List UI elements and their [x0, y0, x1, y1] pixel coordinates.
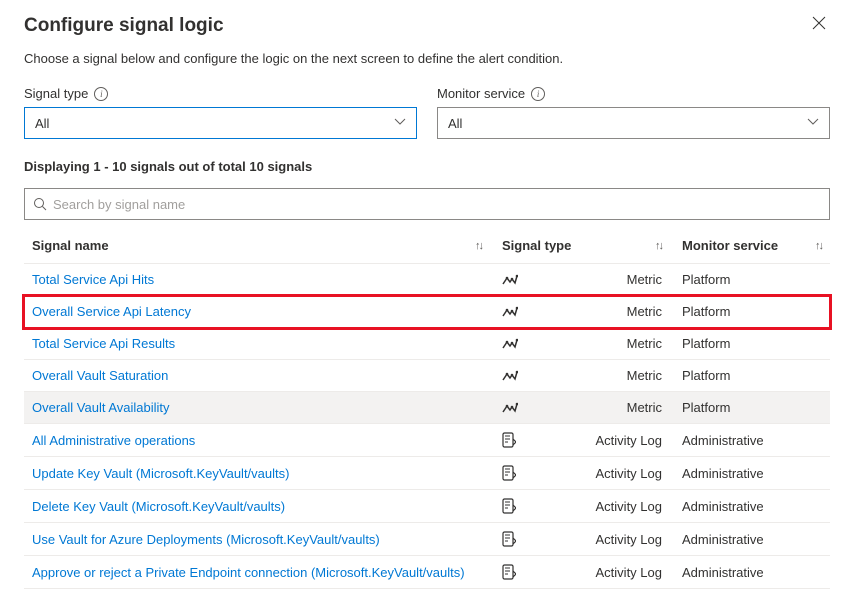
signal-type-text: Metric: [627, 400, 662, 415]
signal-name-link[interactable]: All Administrative operations: [32, 433, 195, 448]
metric-icon: [502, 337, 518, 351]
signal-type-text: Metric: [627, 272, 662, 287]
table-row[interactable]: Overall Vault Availability Metric Platform: [24, 392, 830, 424]
signal-name-link[interactable]: Update Key Vault (Microsoft.KeyVault/vau…: [32, 466, 289, 481]
sort-icon: ↑↓: [475, 240, 482, 252]
col-header-type[interactable]: Signal type ↑↓: [502, 238, 682, 253]
monitor-service-label-text: Monitor service: [437, 86, 525, 101]
signal-name-link[interactable]: Overall Vault Availability: [32, 400, 170, 415]
activity-log-icon: [502, 465, 518, 481]
signal-name-link[interactable]: Approve or reject a Private Endpoint con…: [32, 565, 465, 580]
monitor-service-text: Administrative: [682, 499, 822, 514]
metric-icon: [502, 369, 518, 383]
signal-type-text: Activity Log: [596, 565, 662, 580]
result-count: Displaying 1 - 10 signals out of total 1…: [24, 159, 830, 174]
signal-name-link[interactable]: Overall Vault Saturation: [32, 368, 168, 383]
metric-icon: [502, 401, 518, 415]
monitor-service-text: Administrative: [682, 433, 822, 448]
search-icon: [33, 197, 47, 211]
table-row[interactable]: Total Service Api Results Metric Platform: [24, 328, 830, 360]
table-row[interactable]: Total Service Api Hits Metric Platform: [24, 264, 830, 296]
chevron-down-icon: [394, 117, 406, 129]
signal-name-link[interactable]: Use Vault for Azure Deployments (Microso…: [32, 532, 380, 547]
col-header-service[interactable]: Monitor service ↑↓: [682, 238, 822, 253]
monitor-service-text: Administrative: [682, 466, 822, 481]
signal-type-text: Metric: [627, 304, 662, 319]
sort-icon: ↑↓: [655, 240, 662, 252]
subtitle: Choose a signal below and configure the …: [24, 51, 830, 66]
signal-type-text: Activity Log: [596, 499, 662, 514]
signal-type-value: All: [35, 116, 49, 131]
col-header-name-text: Signal name: [32, 238, 109, 253]
metric-icon: [502, 273, 518, 287]
signal-name-link[interactable]: Total Service Api Hits: [32, 272, 154, 287]
col-header-type-text: Signal type: [502, 238, 571, 253]
table-row[interactable]: Delete Key Vault (Microsoft.KeyVault/vau…: [24, 490, 830, 523]
monitor-service-text: Platform: [682, 336, 822, 351]
signal-name-link[interactable]: Overall Service Api Latency: [32, 304, 191, 319]
activity-log-icon: [502, 531, 518, 547]
table-row[interactable]: All Administrative operations Activity Lo…: [24, 424, 830, 457]
monitor-service-text: Platform: [682, 304, 822, 319]
col-header-name[interactable]: Signal name ↑↓: [32, 238, 502, 253]
monitor-service-dropdown[interactable]: All: [437, 107, 830, 139]
monitor-service-label: Monitor service i: [437, 86, 830, 101]
search-box[interactable]: [24, 188, 830, 220]
activity-log-icon: [502, 498, 518, 514]
signal-type-text: Activity Log: [596, 433, 662, 448]
monitor-service-value: All: [448, 116, 462, 131]
table-row[interactable]: Approve or reject a Private Endpoint con…: [24, 556, 830, 589]
page-title: Configure signal logic: [24, 15, 224, 37]
signal-type-dropdown[interactable]: All: [24, 107, 417, 139]
info-icon[interactable]: i: [531, 87, 545, 101]
search-input[interactable]: [53, 197, 821, 212]
monitor-service-text: Platform: [682, 272, 822, 287]
signal-type-text: Activity Log: [596, 532, 662, 547]
signals-table: Signal name ↑↓ Signal type ↑↓ Monitor se…: [24, 228, 830, 589]
monitor-service-text: Platform: [682, 400, 822, 415]
col-header-service-text: Monitor service: [682, 238, 778, 253]
signal-type-label: Signal type i: [24, 86, 417, 101]
signal-type-text: Metric: [627, 336, 662, 351]
monitor-service-text: Administrative: [682, 532, 822, 547]
table-row[interactable]: Update Key Vault (Microsoft.KeyVault/vau…: [24, 457, 830, 490]
sort-icon: ↑↓: [815, 240, 822, 252]
activity-log-icon: [502, 564, 518, 580]
signal-name-link[interactable]: Total Service Api Results: [32, 336, 175, 351]
close-icon: [812, 16, 826, 30]
table-row[interactable]: Overall Vault Saturation Metric Platform: [24, 360, 830, 392]
signal-name-link[interactable]: Delete Key Vault (Microsoft.KeyVault/vau…: [32, 499, 285, 514]
signal-type-text: Activity Log: [596, 466, 662, 481]
table-row[interactable]: Use Vault for Azure Deployments (Microso…: [24, 523, 830, 556]
activity-log-icon: [502, 432, 518, 448]
info-icon[interactable]: i: [94, 87, 108, 101]
signal-type-label-text: Signal type: [24, 86, 88, 101]
monitor-service-text: Administrative: [682, 565, 822, 580]
chevron-down-icon: [807, 117, 819, 129]
signal-type-text: Metric: [627, 368, 662, 383]
table-row[interactable]: Overall Service Api Latency Metric Platfor…: [24, 296, 830, 328]
table-header: Signal name ↑↓ Signal type ↑↓ Monitor se…: [24, 228, 830, 264]
close-button[interactable]: [808, 12, 830, 39]
monitor-service-text: Platform: [682, 368, 822, 383]
metric-icon: [502, 305, 518, 319]
